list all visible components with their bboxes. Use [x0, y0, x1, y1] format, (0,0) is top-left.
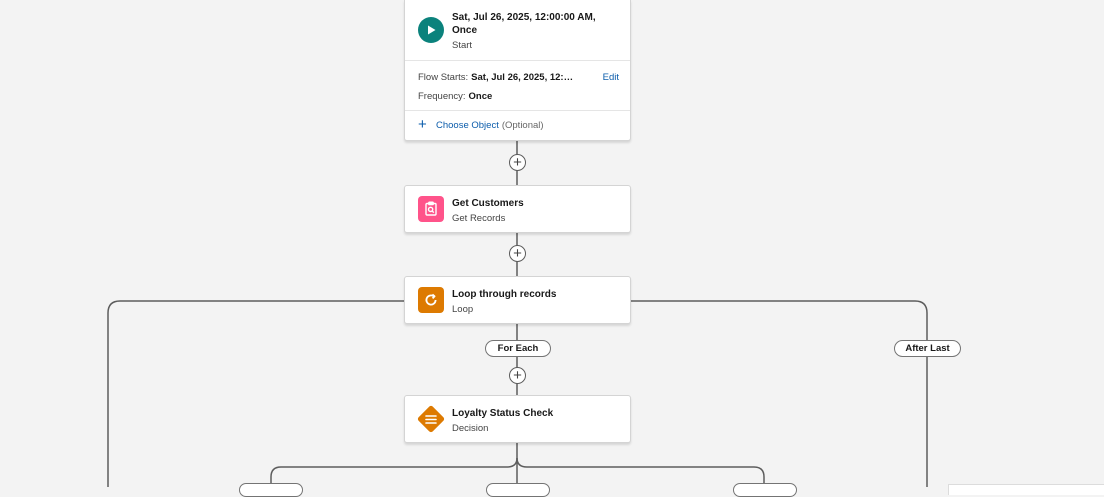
start-node-details: Flow Starts: Sat, Jul 26, 2025, 12:… Edit…: [405, 60, 630, 110]
connector-branch-left: [270, 457, 518, 487]
loop-node-header[interactable]: Loop through records Loop: [405, 277, 630, 325]
decision-icon: [416, 404, 446, 434]
outcome-label[interactable]: [733, 483, 797, 497]
frequency-value: Once: [468, 91, 493, 102]
start-node-subtitle: Start: [452, 40, 473, 51]
loop-node[interactable]: Loop through records Loop: [404, 276, 631, 324]
flow-starts-label: Flow Starts:: [418, 72, 469, 83]
loop-icon: [418, 287, 444, 313]
start-node-header[interactable]: Sat, Jul 26, 2025, 12:00:00 AM, Once Sta…: [405, 0, 630, 60]
choose-object-button[interactable]: + Choose Object (Optional): [405, 110, 630, 141]
connector-branch-right: [516, 457, 765, 487]
flow-starts-value: Sat, Jul 26, 2025, 12:…: [471, 72, 574, 83]
get-customers-subtitle: Get Records: [452, 213, 506, 224]
start-node-title: Sat, Jul 26, 2025, 12:00:00 AM, Once: [452, 12, 596, 36]
loyalty-status-check-node[interactable]: Loyalty Status Check Decision: [404, 395, 631, 443]
optional-label: (Optional): [501, 120, 544, 131]
get-records-icon: [418, 196, 444, 222]
decision-node-header[interactable]: Loyalty Status Check Decision: [405, 396, 630, 444]
frequency-label: Frequency:: [418, 91, 466, 102]
side-panel-edge: [948, 484, 1104, 495]
add-element-button[interactable]: +: [509, 154, 526, 171]
get-customers-title: Get Customers: [452, 198, 524, 209]
decision-node-subtitle: Decision: [452, 423, 489, 434]
connector-after-last: [631, 300, 928, 487]
add-element-button[interactable]: +: [509, 367, 526, 384]
frequency-row: Frequency: Once: [418, 91, 492, 102]
edit-schedule-link[interactable]: Edit: [603, 72, 619, 83]
connector-loop-back: [107, 300, 404, 487]
for-each-label[interactable]: For Each: [485, 340, 551, 357]
flow-starts-row: Flow Starts: Sat, Jul 26, 2025, 12:…: [418, 72, 573, 83]
loop-node-title: Loop through records: [452, 289, 557, 300]
loop-node-subtitle: Loop: [452, 304, 474, 315]
get-customers-node[interactable]: Get Customers Get Records: [404, 185, 631, 233]
outcome-label[interactable]: [239, 483, 303, 497]
decision-node-title: Loyalty Status Check: [452, 408, 554, 419]
flow-canvas[interactable]: Sat, Jul 26, 2025, 12:00:00 AM, Once Sta…: [0, 0, 1104, 497]
add-element-button[interactable]: +: [509, 245, 526, 262]
get-customers-header[interactable]: Get Customers Get Records: [405, 186, 630, 234]
play-icon: [418, 17, 444, 43]
add-icon: +: [418, 116, 427, 133]
after-last-label[interactable]: After Last: [894, 340, 961, 357]
choose-object-label: Choose Object: [436, 120, 499, 131]
start-node[interactable]: Sat, Jul 26, 2025, 12:00:00 AM, Once Sta…: [404, 0, 631, 141]
outcome-label[interactable]: [486, 483, 550, 497]
choose-object-link[interactable]: Choose Object (Optional): [436, 120, 544, 131]
